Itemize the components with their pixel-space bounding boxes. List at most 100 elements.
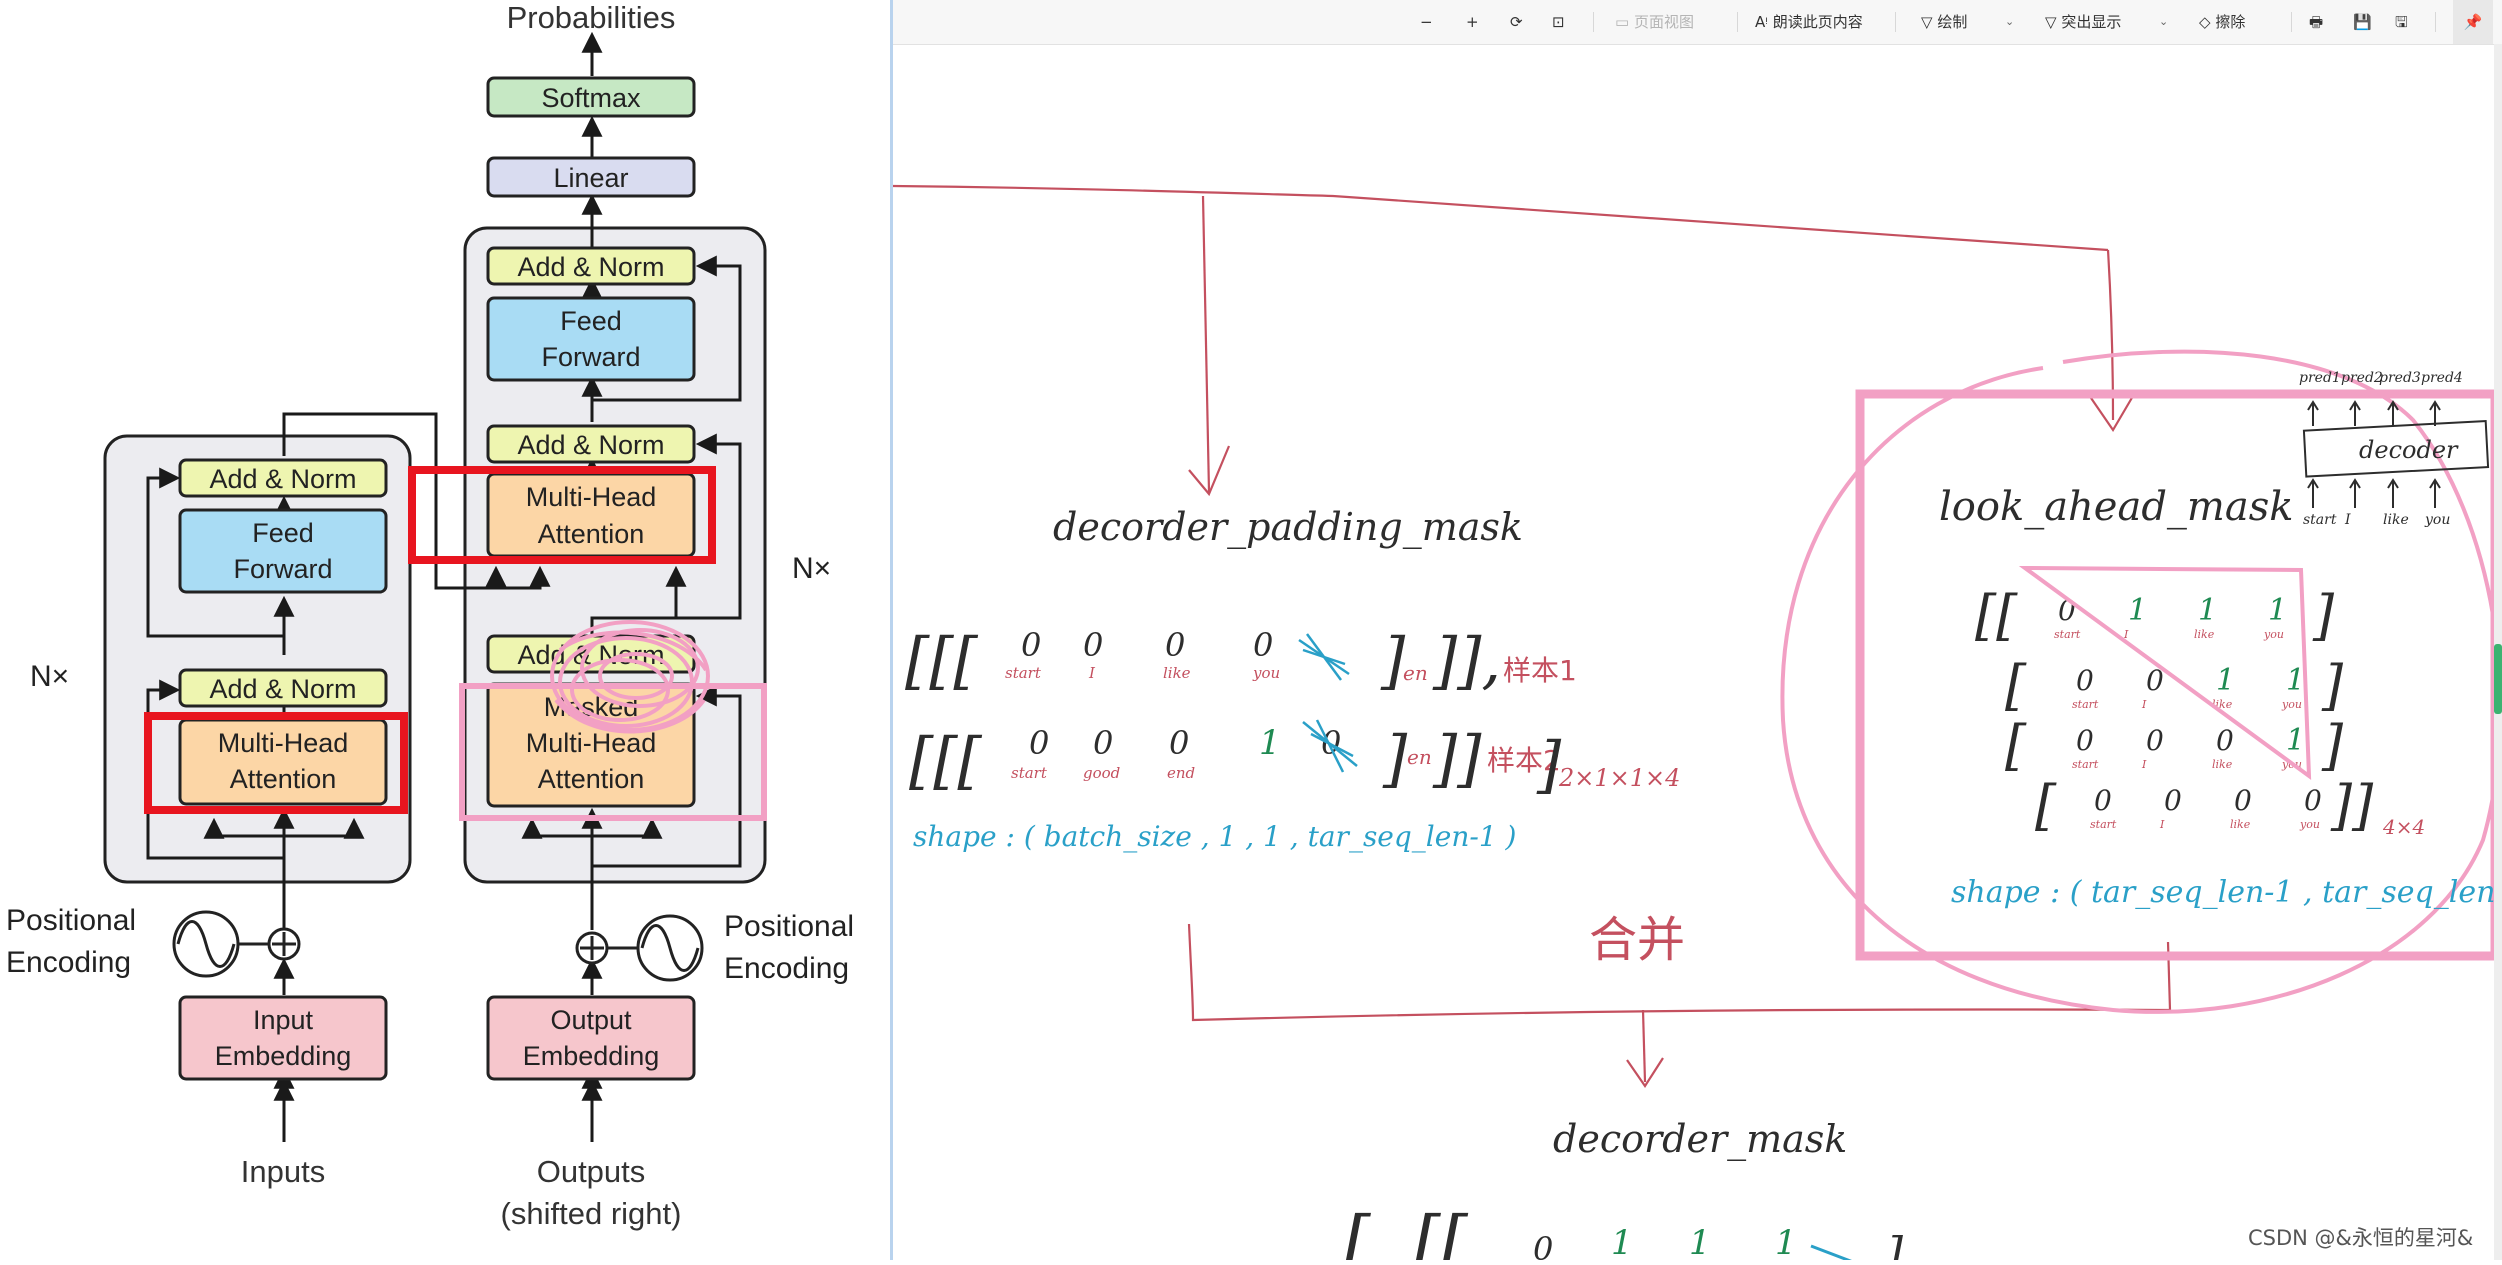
lam-cell: 1	[2268, 593, 2287, 628]
page-view-button[interactable]: ▭ 页面视图	[1615, 0, 1694, 44]
padding-mask-row2: [[[ 0 0 0 1 0 start good end ] en ]] 样本2…	[909, 719, 1680, 801]
row2-val-3: 1	[1259, 723, 1281, 763]
dm-val-2: 1	[1689, 1223, 1711, 1260]
draw-dropdown-chevron-icon[interactable]: ⌄	[2005, 0, 2014, 44]
look-ahead-matrix: [[0start1I1like1you][0start0I1like1you][…	[1975, 584, 2374, 837]
decoder-sketch-pred: pred3	[2379, 370, 2421, 386]
encoder-addnorm-1-label: Add & Norm	[209, 674, 356, 704]
linear-label: Linear	[553, 163, 628, 193]
decoder-mha-line2: Attention	[538, 519, 645, 549]
lam-cell-word: start	[2054, 628, 2081, 641]
decoder-sketch-arrow	[2349, 400, 2361, 426]
vertical-scrollbar[interactable]	[2494, 44, 2502, 1260]
save-as-icon[interactable]: 🖫	[2395, 0, 2408, 44]
erase-button[interactable]: ◇ 擦除	[2199, 0, 2245, 44]
svg-text:]: ]	[1884, 1227, 1903, 1260]
lam-close-bracket: ]	[2321, 714, 2344, 777]
row2-val-4: 0	[1321, 724, 1341, 762]
lam-cell-word: start	[2072, 698, 2099, 711]
dm-val-0: 0	[1533, 1230, 1553, 1260]
decoder-sketch-input: like	[2383, 512, 2409, 528]
read-aloud-button[interactable]: Aᵎ 朗读此页内容	[1755, 0, 1863, 44]
decoder-ff-line1: Feed	[560, 306, 622, 336]
lam-cell: 1	[2216, 663, 2235, 698]
read-aloud-label: 朗读此页内容	[1772, 13, 1863, 31]
lam-cell-word: start	[2090, 818, 2117, 831]
scrollbar-thumb[interactable]	[2494, 644, 2502, 714]
read-aloud-icon: Aᵎ	[1755, 13, 1773, 31]
row1-suffix: en	[1403, 661, 1428, 685]
highlight-label: 突出显示	[2061, 13, 2122, 31]
pin-icon[interactable]: 📌	[2453, 0, 2493, 44]
zoom-out-button[interactable]: −	[1420, 0, 1433, 44]
toolbar-divider	[1737, 12, 1738, 32]
decoder-sketch-arrow	[2349, 478, 2361, 508]
lam-cell: 0	[2164, 784, 2182, 817]
row1-word-1: I	[1088, 664, 1096, 682]
decoder-sketch-input: you	[2424, 512, 2450, 528]
lam-cell: 0	[2076, 664, 2094, 697]
eraser-icon: ◇	[2199, 13, 2216, 31]
save-icon[interactable]: 💾	[2353, 0, 2372, 44]
draw-button[interactable]: ▽ 绘制	[1921, 0, 1967, 44]
lam-close-bracket: ]	[2312, 584, 2335, 647]
decoder-sketch-arrow	[2307, 478, 2319, 508]
encoder-mha-line1: Multi-Head	[218, 728, 349, 758]
lam-cell-word: I	[2141, 758, 2147, 771]
highlight-dropdown-chevron-icon[interactable]: ⌄	[2159, 0, 2168, 44]
svg-text:[[[: [[[	[909, 724, 982, 797]
row1-val-2: 0	[1165, 626, 1185, 664]
encoder-ff-line1: Feed	[252, 518, 314, 548]
svg-text:[: [	[1343, 1201, 1371, 1260]
decoder-sketch-arrow	[2387, 478, 2399, 508]
lam-cell: 0	[2076, 724, 2094, 757]
whiteboard-panel: .hw { font-family: "DejaVu Sans Mono", m…	[892, 0, 2502, 1265]
look-ahead-highlight-box	[1855, 389, 2500, 961]
encoder-nx-label: N×	[30, 660, 69, 693]
lam-cell-word: like	[2212, 758, 2233, 771]
draw-label: 绘制	[1937, 13, 1968, 31]
row1-note: 样本1	[1503, 654, 1577, 687]
decoder-masked-line3: Attention	[538, 764, 645, 794]
decoder-addnorm-2-label: Add & Norm	[517, 430, 664, 460]
dm-val-3: 1	[1775, 1223, 1797, 1260]
encoder-mha-line2: Attention	[230, 764, 337, 794]
row1-strike	[1298, 633, 1350, 681]
probabilities-label: Probabilities	[507, 0, 676, 35]
lam-open-bracket: [[	[1975, 584, 2018, 647]
page-view-label: 页面视图	[1633, 13, 1694, 31]
row2-val-1: 0	[1093, 724, 1113, 762]
softmax-label: Softmax	[541, 83, 641, 113]
row1-val-3: 0	[1253, 626, 1273, 664]
row2-word-0: start	[1011, 764, 1048, 782]
lam-cell: 0	[2234, 784, 2252, 817]
decoder-sketch-input: start	[2303, 512, 2337, 528]
toolbar-divider	[1593, 12, 1594, 32]
lam-cell: 0	[2094, 784, 2112, 817]
inputs-label: Inputs	[241, 1154, 325, 1189]
merge-label: 合并	[1589, 912, 1685, 968]
print-icon[interactable]: 🖶	[2309, 0, 2323, 44]
row1-val-1: 0	[1083, 626, 1103, 664]
watermark-text: CSDN @&永恒的星河&	[2248, 1226, 2474, 1250]
input-embedding-line2: Embedding	[215, 1041, 352, 1071]
decoder-mask-title: decorder_mask	[1553, 1117, 1847, 1162]
lam-close-bracket: ]	[2321, 654, 2344, 717]
rotate-button[interactable]: ⟳	[1510, 0, 1523, 44]
decoder-sketch-pred: pred1	[2299, 370, 2341, 386]
svg-text:]: ]	[1382, 722, 1408, 795]
highlight-button[interactable]: ▽ 突出显示	[2045, 0, 2121, 44]
page-view-icon: ▭	[1615, 13, 1634, 31]
lam-cell-word: like	[2194, 628, 2215, 641]
row2-val-2: 0	[1169, 724, 1189, 762]
decoder-sketch-label: decoder	[2359, 436, 2459, 464]
lam-cell: 1	[2128, 593, 2147, 628]
decoder-sketch-arrow	[2307, 400, 2319, 426]
zoom-in-button[interactable]: +	[1466, 0, 1479, 44]
encoder-addnorm-2-label: Add & Norm	[209, 464, 356, 494]
look-ahead-dims: 4×4	[2382, 815, 2425, 839]
fit-page-button[interactable]: ⊡	[1552, 0, 1565, 44]
dm-val-1: 1	[1611, 1223, 1633, 1260]
transformer-diagram-panel: Softmax Linear Probabilities Add & Norm …	[0, 0, 890, 1260]
padding-shape: shape : ( batch_size , 1 , 1 , tar_seq_l…	[913, 820, 1516, 853]
